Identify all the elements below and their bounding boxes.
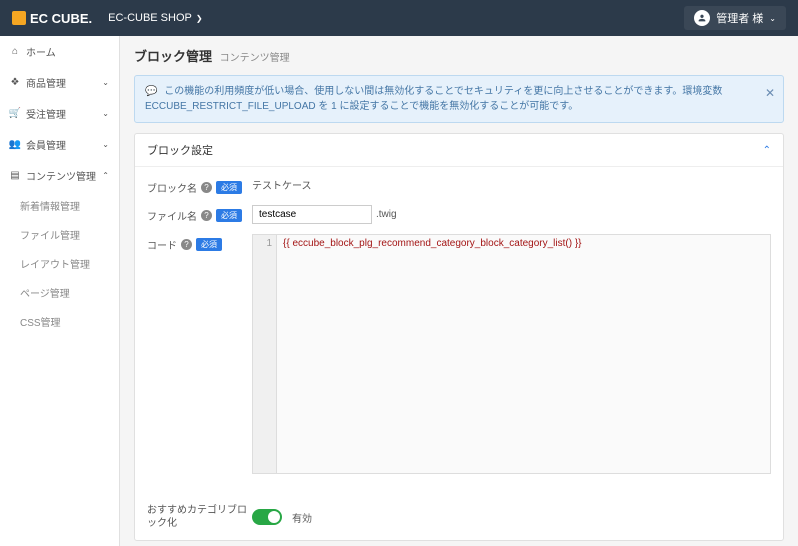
- main-content: ブロック管理 コンテンツ管理 💬 この機能の利用頻度が低い場合、使用しない間は無…: [120, 36, 798, 546]
- shop-name-text: EC-CUBE SHOP: [108, 12, 192, 24]
- nav-products[interactable]: ❖ 商品管理 ⌄: [0, 67, 119, 98]
- users-icon: 👥: [10, 140, 20, 150]
- info-icon: 💬: [145, 84, 157, 99]
- block-name-value: テストケース: [252, 177, 312, 192]
- recommend-label: おすすめカテゴリブロック化: [147, 504, 252, 530]
- sub-page[interactable]: ページ管理: [0, 278, 119, 307]
- block-name-label: ブロック名 ? 必須: [147, 177, 252, 195]
- code-editor[interactable]: 1 {{ eccube_block_plg_recommend_category…: [252, 234, 771, 474]
- nav-label: 受注管理: [26, 106, 66, 121]
- logo-icon: [12, 11, 26, 25]
- alert-close[interactable]: ✕: [765, 84, 775, 102]
- panel-body: ブロック名 ? 必須 テストケース ファイル名 ? 必須: [135, 167, 783, 494]
- info-alert: 💬 この機能の利用頻度が低い場合、使用しない間は無効化することでセキュリティを更…: [134, 75, 784, 123]
- cart-icon: 🛒: [10, 109, 20, 119]
- panel-title: ブロック設定: [147, 142, 213, 158]
- line-gutter: 1: [253, 235, 277, 473]
- file-icon: ▤: [10, 171, 20, 181]
- enable-toggle[interactable]: [252, 509, 282, 525]
- page-title: ブロック管理 コンテンツ管理: [134, 46, 784, 65]
- tag-icon: ❖: [10, 78, 20, 88]
- nav-label: 商品管理: [26, 75, 66, 90]
- shop-link[interactable]: EC-CUBE SHOP ❯: [108, 12, 202, 24]
- file-name-label: ファイル名 ? 必須: [147, 205, 252, 223]
- chevron-right-icon: ❯: [196, 14, 203, 23]
- home-icon: ⌂: [10, 47, 20, 57]
- help-icon[interactable]: ?: [201, 182, 212, 193]
- nav-home[interactable]: ⌂ ホーム: [0, 36, 119, 67]
- required-badge: 必須: [216, 209, 242, 222]
- enabled-text: 有効: [292, 510, 312, 525]
- user-icon: [694, 10, 710, 26]
- logo-text: EC CUBE.: [30, 11, 92, 26]
- top-bar: EC CUBE. EC-CUBE SHOP ❯ 管理者 様 ⌄: [0, 0, 798, 36]
- sub-file[interactable]: ファイル管理: [0, 220, 119, 249]
- user-menu[interactable]: 管理者 様 ⌄: [684, 6, 786, 30]
- recommend-toggle-row: おすすめカテゴリブロック化 有効: [135, 494, 783, 540]
- topbar-left: EC CUBE. EC-CUBE SHOP ❯: [12, 11, 203, 26]
- collapse-icon[interactable]: ⌃: [763, 145, 771, 156]
- required-badge: 必須: [196, 238, 222, 251]
- nav-label: ホーム: [26, 44, 56, 59]
- logo[interactable]: EC CUBE.: [12, 11, 92, 26]
- page-subtitle: コンテンツ管理: [220, 53, 290, 64]
- chevron-up-icon: ⌃: [102, 171, 109, 180]
- nav-members[interactable]: 👥 会員管理 ⌄: [0, 129, 119, 160]
- chevron-down-icon: ⌄: [102, 109, 109, 118]
- chevron-down-icon: ⌄: [102, 78, 109, 87]
- file-ext: .twig: [376, 209, 397, 220]
- block-panel: ブロック設定 ⌃ ブロック名 ? 必須 テストケース ファイル名: [134, 133, 784, 541]
- required-badge: 必須: [216, 181, 242, 194]
- help-icon[interactable]: ?: [201, 210, 212, 221]
- nav-label: コンテンツ管理: [26, 168, 96, 183]
- nav-content[interactable]: ▤ コンテンツ管理 ⌃: [0, 160, 119, 191]
- help-icon[interactable]: ?: [181, 239, 192, 250]
- nav-orders[interactable]: 🛒 受注管理 ⌄: [0, 98, 119, 129]
- panel-header[interactable]: ブロック設定 ⌃: [135, 134, 783, 167]
- file-name-input[interactable]: [252, 205, 372, 224]
- code-content[interactable]: {{ eccube_block_plg_recommend_category_b…: [277, 235, 770, 473]
- user-label: 管理者 様: [716, 10, 763, 26]
- sub-layout[interactable]: レイアウト管理: [0, 249, 119, 278]
- sub-css[interactable]: CSS管理: [0, 307, 119, 336]
- nav-label: 会員管理: [26, 137, 66, 152]
- switch-knob: [268, 511, 280, 523]
- sub-news[interactable]: 新着情報管理: [0, 191, 119, 220]
- sidebar: ⌂ホーム ❖商品管理 ⌄ 🛒受注管理 ⌄ 👥会員管理 ⌄ ▤コンテンツ管理 ⌃ …: [0, 36, 120, 546]
- chevron-down-icon: ⌄: [769, 14, 776, 23]
- alert-text: この機能の利用頻度が低い場合、使用しない間は無効化することでセキュリティを更に向…: [145, 86, 722, 112]
- chevron-down-icon: ⌄: [102, 140, 109, 149]
- code-label: コード ? 必須: [147, 234, 252, 252]
